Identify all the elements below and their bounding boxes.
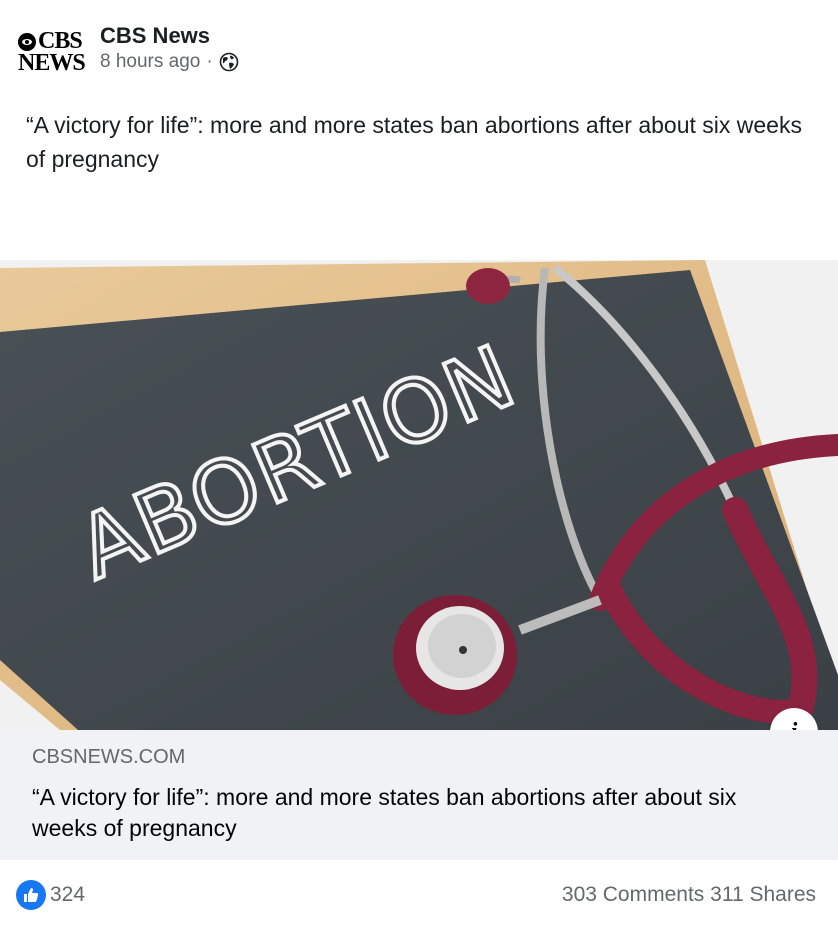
chalkboard-stethoscope-photo: ABORTION xyxy=(0,260,838,730)
cbs-news-logo[interactable]: CBS NEWS xyxy=(18,28,86,76)
comments-count[interactable]: 303 Comments xyxy=(562,883,704,906)
link-preview-image[interactable]: ABORTION i xyxy=(0,260,838,730)
post-caption: “A victory for life”: more and more stat… xyxy=(26,112,802,172)
post-card: CBS NEWS CBS News 8 hours ago · “A victo… xyxy=(0,0,838,930)
meta-separator: · xyxy=(206,51,213,72)
logo-line2: NEWS xyxy=(18,50,86,76)
page-name-link[interactable]: CBS News xyxy=(100,22,210,50)
link-preview[interactable]: CBSNEWS.COM “A victory for life”: more a… xyxy=(0,730,838,860)
thumbs-up-icon[interactable] xyxy=(16,880,46,910)
post-meta: 8 hours ago · xyxy=(100,50,239,74)
engagement-stats: 303 Comments 311 Shares xyxy=(562,882,816,908)
post-header: CBS NEWS CBS News 8 hours ago · xyxy=(0,0,838,90)
link-title[interactable]: “A victory for life”: more and more stat… xyxy=(32,782,802,844)
post-footer: 324 303 Comments 311 Shares xyxy=(0,860,838,930)
link-domain: CBSNEWS.COM xyxy=(32,746,186,768)
cbs-eye-icon xyxy=(18,33,36,51)
shares-count[interactable]: 311 Shares xyxy=(710,883,816,906)
globe-icon[interactable] xyxy=(219,52,239,72)
reaction-count[interactable]: 324 xyxy=(50,882,85,908)
post-time-link[interactable]: 8 hours ago xyxy=(100,50,200,74)
